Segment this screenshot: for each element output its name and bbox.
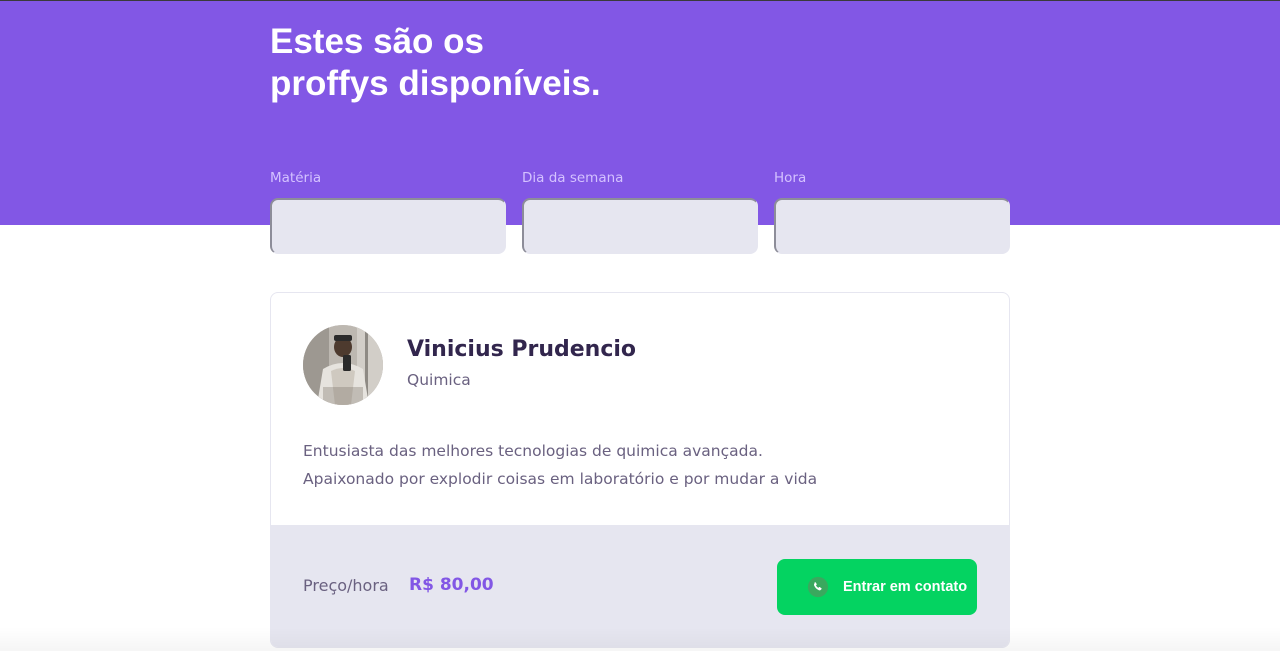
- filter-week-day-label: Dia da semana: [522, 170, 624, 186]
- contact-button-label: Entrar em contato: [843, 579, 968, 595]
- teacher-name: Vinicius Prudencio: [407, 337, 637, 362]
- avatar-photo: [303, 325, 383, 405]
- filter-subject: Matéria: [270, 169, 506, 254]
- teacher-card: Vinicius Prudencio Quimica Entusiasta da…: [270, 292, 1010, 648]
- teacher-bio-line1: Entusiasta das melhores tecnologias de q…: [303, 442, 763, 460]
- avatar: [303, 325, 383, 405]
- teacher-bio-line2: Apaixonado por explodir coisas em labora…: [303, 470, 818, 488]
- price-value: R$ 80,00: [409, 575, 494, 595]
- page-title-line1: Estes são os: [270, 22, 484, 61]
- page-title-line2: proffys disponíveis.: [270, 64, 601, 103]
- teacher-subject: Quimica: [407, 371, 471, 389]
- contact-button[interactable]: Entrar em contato: [777, 559, 977, 615]
- search-filters: Matéria Dia da semana Hora: [270, 169, 1010, 259]
- week-day-input[interactable]: [522, 198, 758, 254]
- whatsapp-icon: [807, 576, 829, 598]
- filter-subject-label: Matéria: [270, 170, 322, 186]
- filter-time: Hora: [774, 169, 1010, 254]
- filter-time-label: Hora: [774, 170, 807, 186]
- filter-week-day: Dia da semana: [522, 169, 758, 254]
- price-label: Preço/hora: [303, 576, 389, 595]
- subject-input[interactable]: [270, 198, 506, 254]
- page-title: Estes são os proffys disponíveis.: [270, 21, 770, 105]
- teacher-card-footer: Preço/hora R$ 80,00 Entrar em contato: [271, 525, 1009, 647]
- teacher-bio: Entusiasta das melhores tecnologias de q…: [303, 437, 983, 493]
- time-input[interactable]: [774, 198, 1010, 254]
